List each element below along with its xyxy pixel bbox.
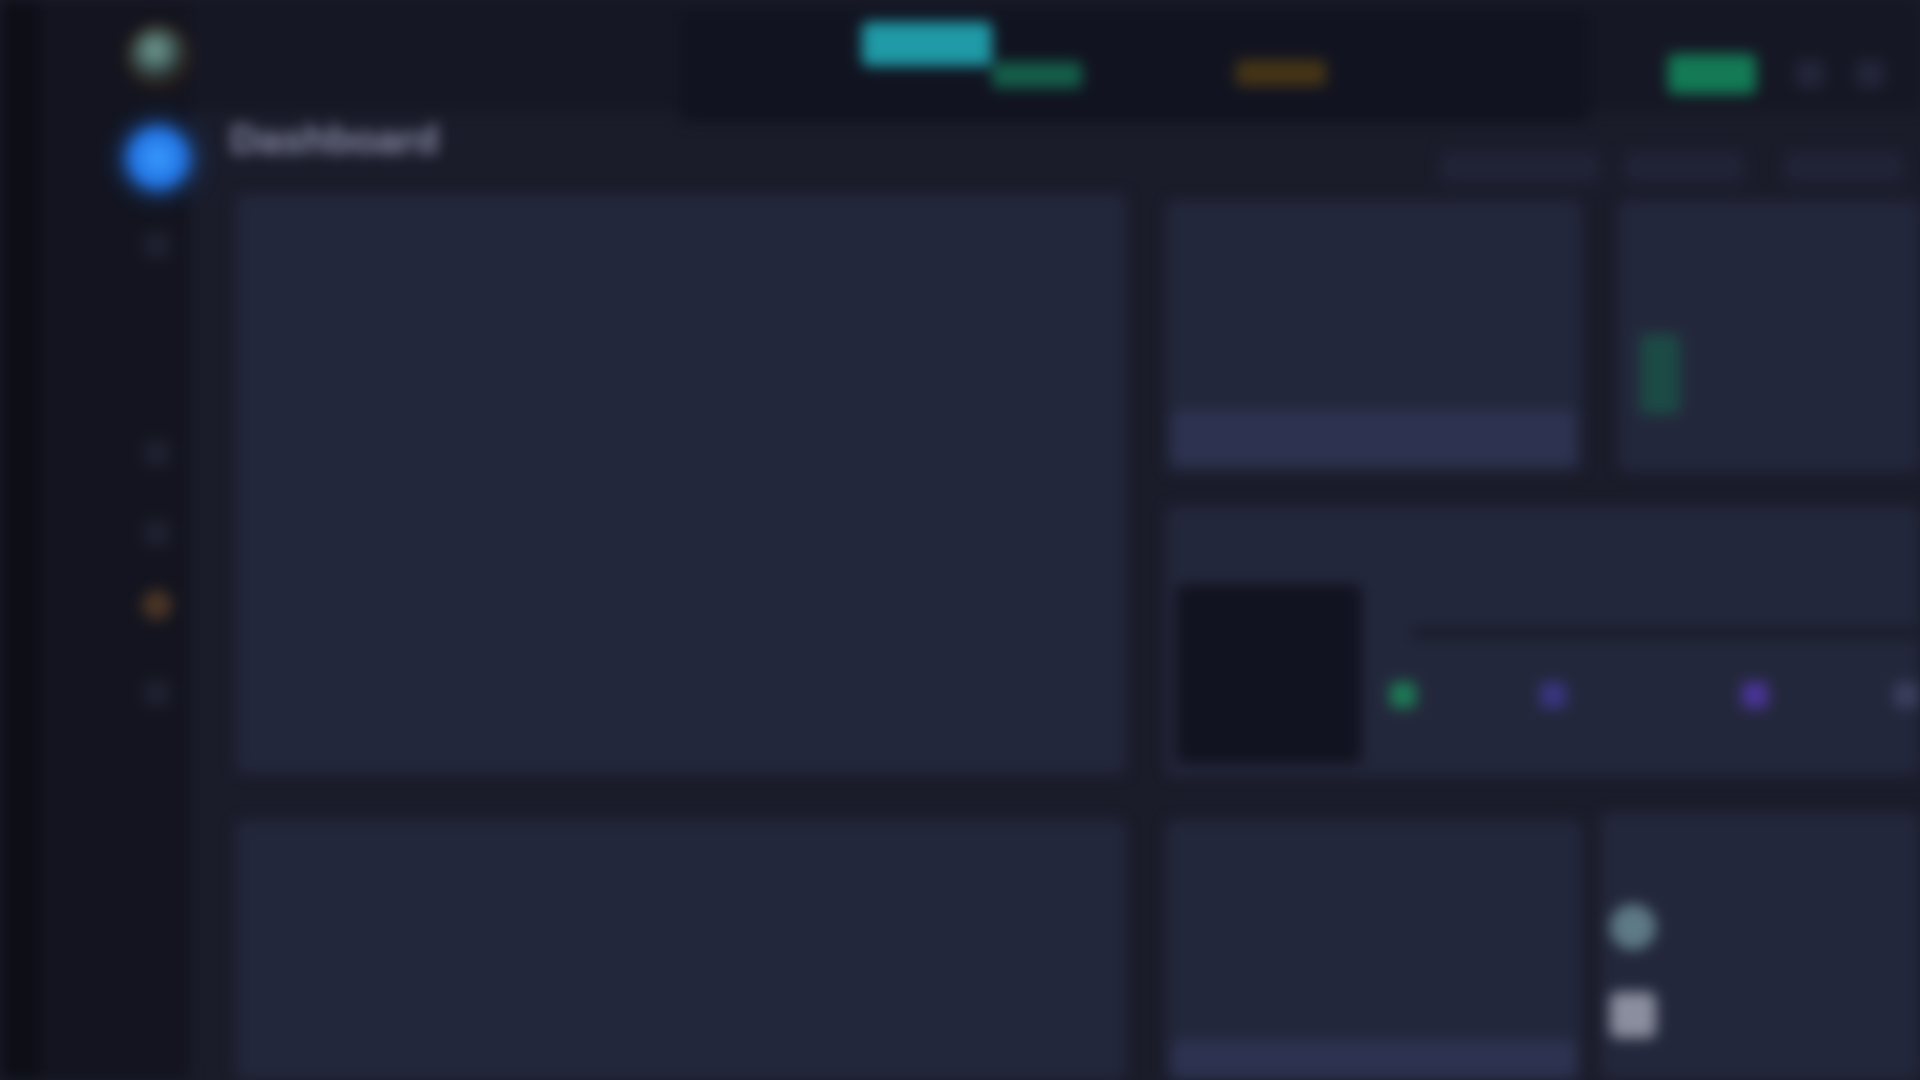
filter-button[interactable] <box>1784 150 1904 184</box>
supply-strip <box>1172 1040 1576 1080</box>
profile-icon[interactable] <box>1856 60 1884 88</box>
blurred-dashboard: Dashboard <box>0 0 1920 1080</box>
filter-button[interactable] <box>1440 150 1600 184</box>
ticker-highlight[interactable] <box>862 22 992 66</box>
sidebar <box>40 0 190 1080</box>
ticker-change-neutral <box>1236 60 1326 86</box>
sidebar-item-icon[interactable] <box>142 590 172 620</box>
market-ticker <box>680 12 1590 122</box>
connect-button[interactable] <box>1668 54 1756 94</box>
legend-swatch <box>1540 682 1566 708</box>
distribution-panel <box>1176 584 1362 764</box>
avatar <box>1610 992 1656 1038</box>
distribution-bar <box>1410 628 1920 638</box>
price-strip <box>1172 410 1576 466</box>
ticker-change-positive <box>992 62 1082 88</box>
sidebar-item-icon[interactable] <box>144 440 170 466</box>
sidebar-item-icon[interactable] <box>144 232 170 258</box>
avatar <box>1610 904 1656 950</box>
legend-swatch <box>1742 682 1768 708</box>
settings-icon[interactable] <box>1796 60 1824 88</box>
secondary-chart-card <box>236 820 1126 1080</box>
window-edge <box>0 0 40 1080</box>
sidebar-item-icon[interactable] <box>144 680 170 706</box>
mini-bar <box>1640 334 1680 414</box>
filter-button[interactable] <box>1624 150 1744 184</box>
main-chart-card <box>236 194 1126 774</box>
sidebar-item-icon[interactable] <box>144 520 170 546</box>
legend-swatch <box>1390 682 1416 708</box>
sidebar-dashboard-icon[interactable] <box>126 126 190 190</box>
list-item[interactable] <box>1610 992 1910 1042</box>
page-title: Dashboard <box>230 118 439 162</box>
app-logo-icon[interactable] <box>130 28 186 84</box>
legend-swatch <box>1894 682 1920 708</box>
list-item[interactable] <box>1610 904 1910 954</box>
